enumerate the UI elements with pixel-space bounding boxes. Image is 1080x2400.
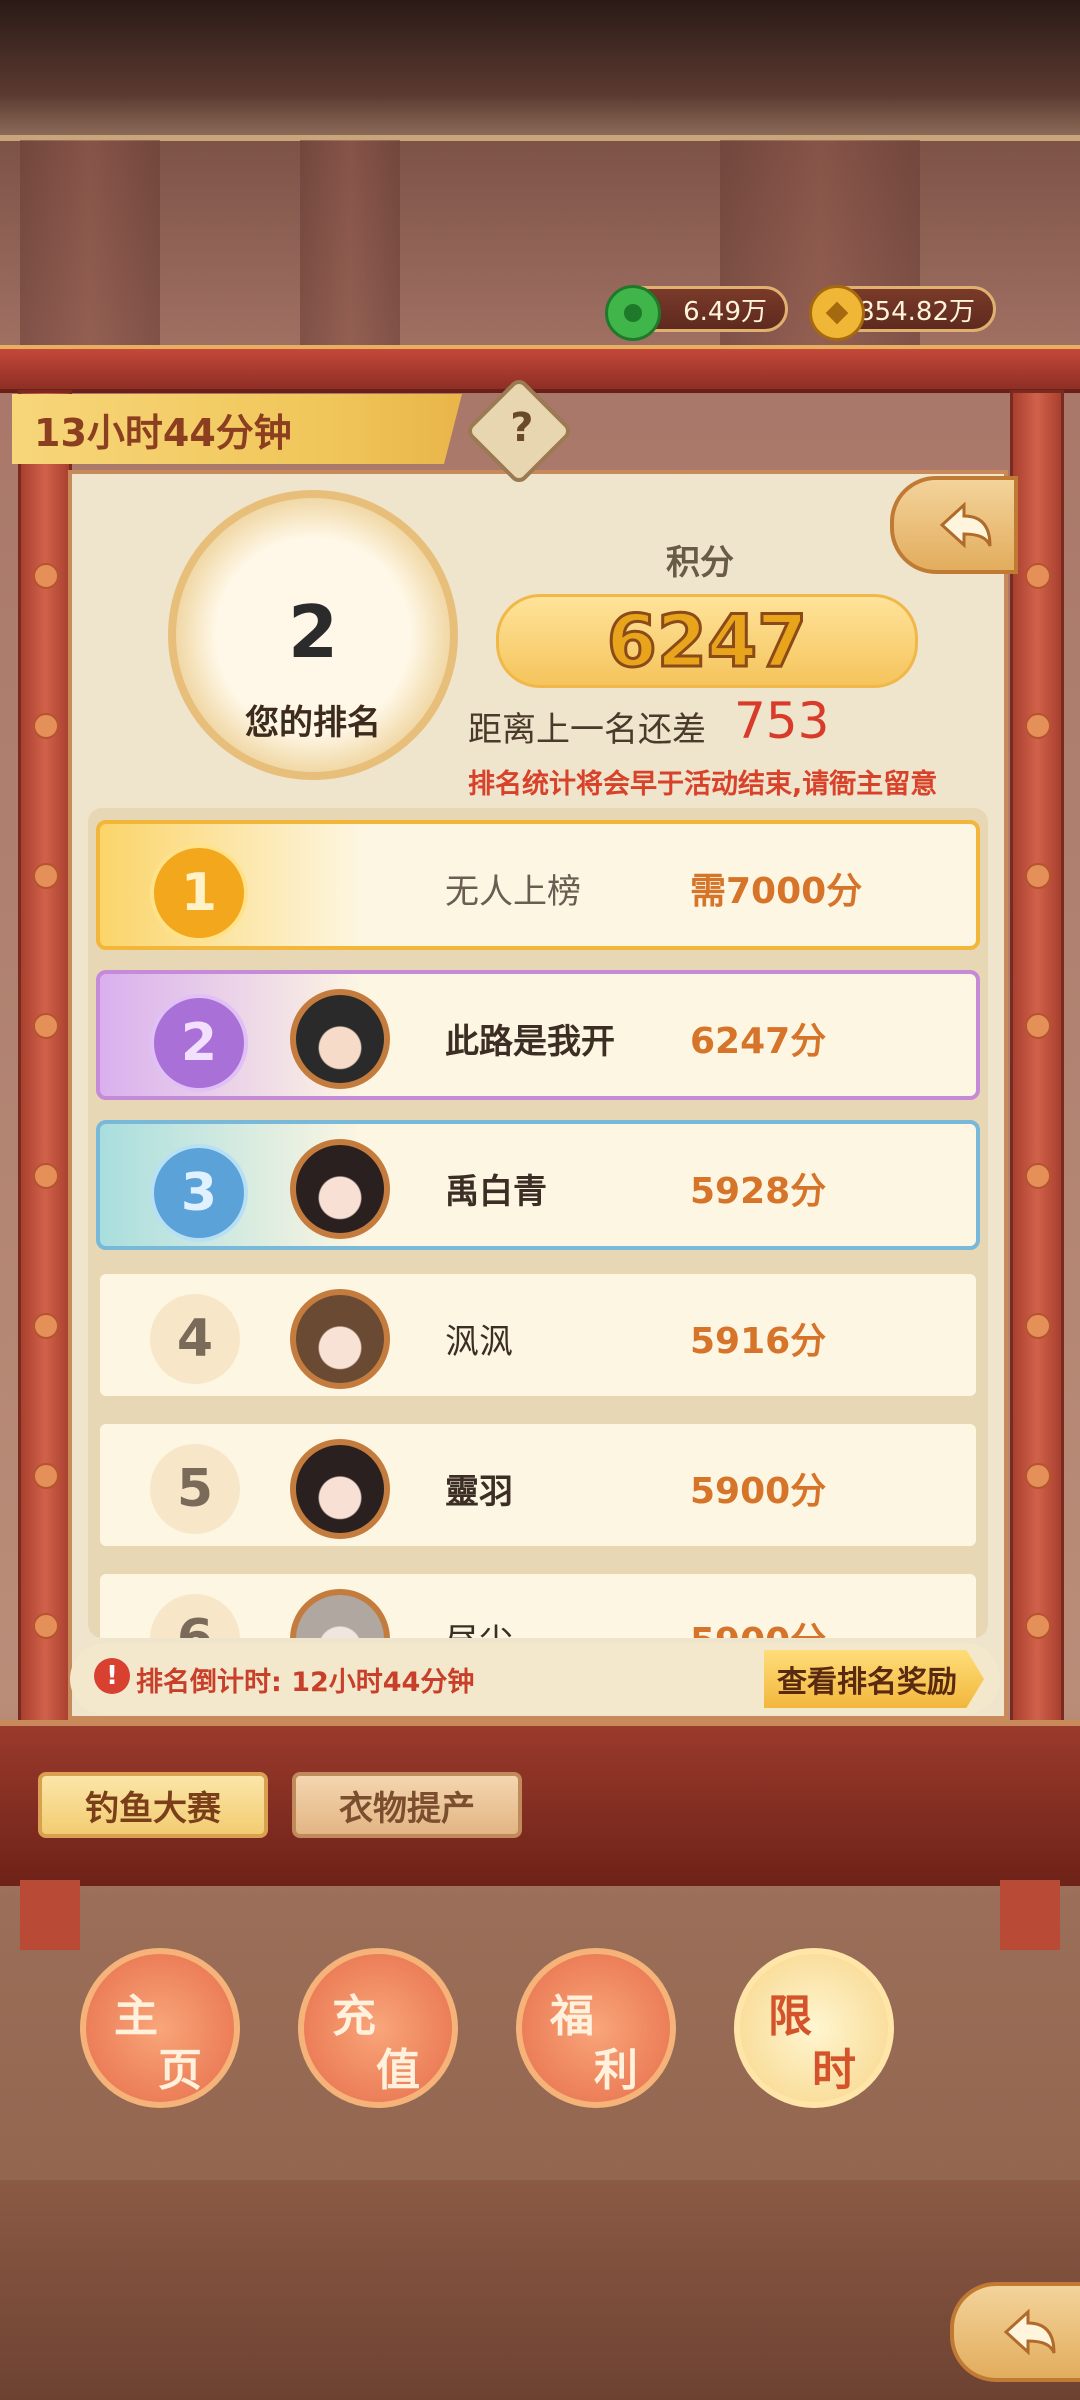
warning-icon: !: [94, 1658, 130, 1694]
gap-value: 753: [734, 692, 830, 750]
frame-right-pillar: [1010, 390, 1064, 1736]
gap-label: 距离上一名还差: [468, 710, 706, 750]
floor: [0, 2180, 1080, 2400]
panel-back-button[interactable]: [890, 476, 1018, 574]
frame-top-beam: [0, 345, 1080, 393]
player-name: 沨沨: [445, 1322, 513, 1362]
leaderboard-row[interactable]: 5 靈羽 5900分: [96, 1420, 980, 1550]
my-rank-label: 您的排名: [245, 703, 381, 743]
player-points: 5900分: [690, 1471, 827, 1512]
gold-currency[interactable]: 4854.82万: [809, 285, 996, 341]
player-name: 无人上榜: [445, 872, 581, 912]
avatar: [290, 989, 390, 1089]
top-decorative-beam: [0, 0, 1080, 141]
tab-fishing-contest[interactable]: 钓鱼大赛: [38, 1772, 268, 1838]
rank-number: 6: [150, 1594, 240, 1638]
leaderboard-row[interactable]: 1 无人上榜 需7000分: [96, 820, 980, 950]
question-icon: ?: [510, 405, 534, 452]
back-arrow-icon: [1003, 2308, 1056, 2356]
rank-medal-blue: 3: [150, 1144, 248, 1242]
leaderboard-row[interactable]: 6 昼尘 5900分: [96, 1570, 980, 1638]
gold-coin-icon: [809, 285, 865, 341]
avatar: [290, 1289, 390, 1389]
jade-coin-icon: [605, 285, 661, 341]
nav-recharge[interactable]: 充值: [298, 1948, 458, 2108]
rank-number: 5: [150, 1444, 240, 1534]
avatar: [290, 1439, 390, 1539]
back-button[interactable]: [950, 2282, 1080, 2382]
player-points: 5900分: [690, 1612, 826, 1638]
score-value: 6247: [496, 594, 918, 688]
background-pillar: [20, 140, 160, 350]
rank-medal-purple: 2: [150, 994, 248, 1092]
leaderboard-list[interactable]: 1 无人上榜 需7000分 2 此路是我开 6247分 3 禹白青 5928分 …: [88, 808, 988, 1638]
back-arrow-icon: [939, 501, 992, 549]
jade-currency[interactable]: 6.49万: [605, 285, 788, 341]
ranking-countdown: 排名倒计时: 12小时44分钟: [136, 1667, 475, 1698]
view-rewards-button[interactable]: 查看排名奖励: [764, 1650, 984, 1708]
player-name: 此路是我开: [445, 1022, 615, 1062]
player-points: 5928分: [690, 1171, 827, 1212]
nav-home[interactable]: 主页: [80, 1948, 240, 2108]
my-rank-number: 2: [287, 590, 339, 674]
background-pillar: [300, 140, 400, 350]
player-name: 昼尘: [445, 1614, 513, 1638]
shelf-leg: [20, 1880, 80, 1950]
leaderboard-row[interactable]: 3 禹白青 5928分: [96, 1120, 980, 1250]
rank-number: 4: [150, 1294, 240, 1384]
jade-amount: 6.49万: [683, 296, 767, 327]
player-points: 6247分: [690, 1021, 827, 1062]
frame-left-pillar: [18, 390, 72, 1736]
avatar: [290, 1139, 390, 1239]
player-points: 需7000分: [690, 871, 863, 912]
rank-medal-gold: 1: [150, 844, 248, 942]
player-name: 禹白青: [445, 1172, 547, 1212]
nav-welfare[interactable]: 福利: [516, 1948, 676, 2108]
score-title: 积分: [666, 543, 734, 583]
nav-limited-time[interactable]: 限时: [734, 1948, 894, 2108]
leaderboard-row[interactable]: 4 沨沨 5916分: [96, 1270, 980, 1400]
player-name: 靈羽: [445, 1472, 513, 1512]
tab-clothing-production[interactable]: 衣物提产: [292, 1772, 522, 1838]
player-points: 5916分: [690, 1321, 827, 1362]
ranking-notice: 排名统计将会早于活动结束,请衙主留意: [468, 769, 938, 800]
avatar: [290, 1589, 390, 1638]
leaderboard-row[interactable]: 2 此路是我开 6247分: [96, 970, 980, 1100]
event-timer: 13小时44分钟: [12, 394, 462, 464]
shelf-leg: [1000, 1880, 1060, 1950]
